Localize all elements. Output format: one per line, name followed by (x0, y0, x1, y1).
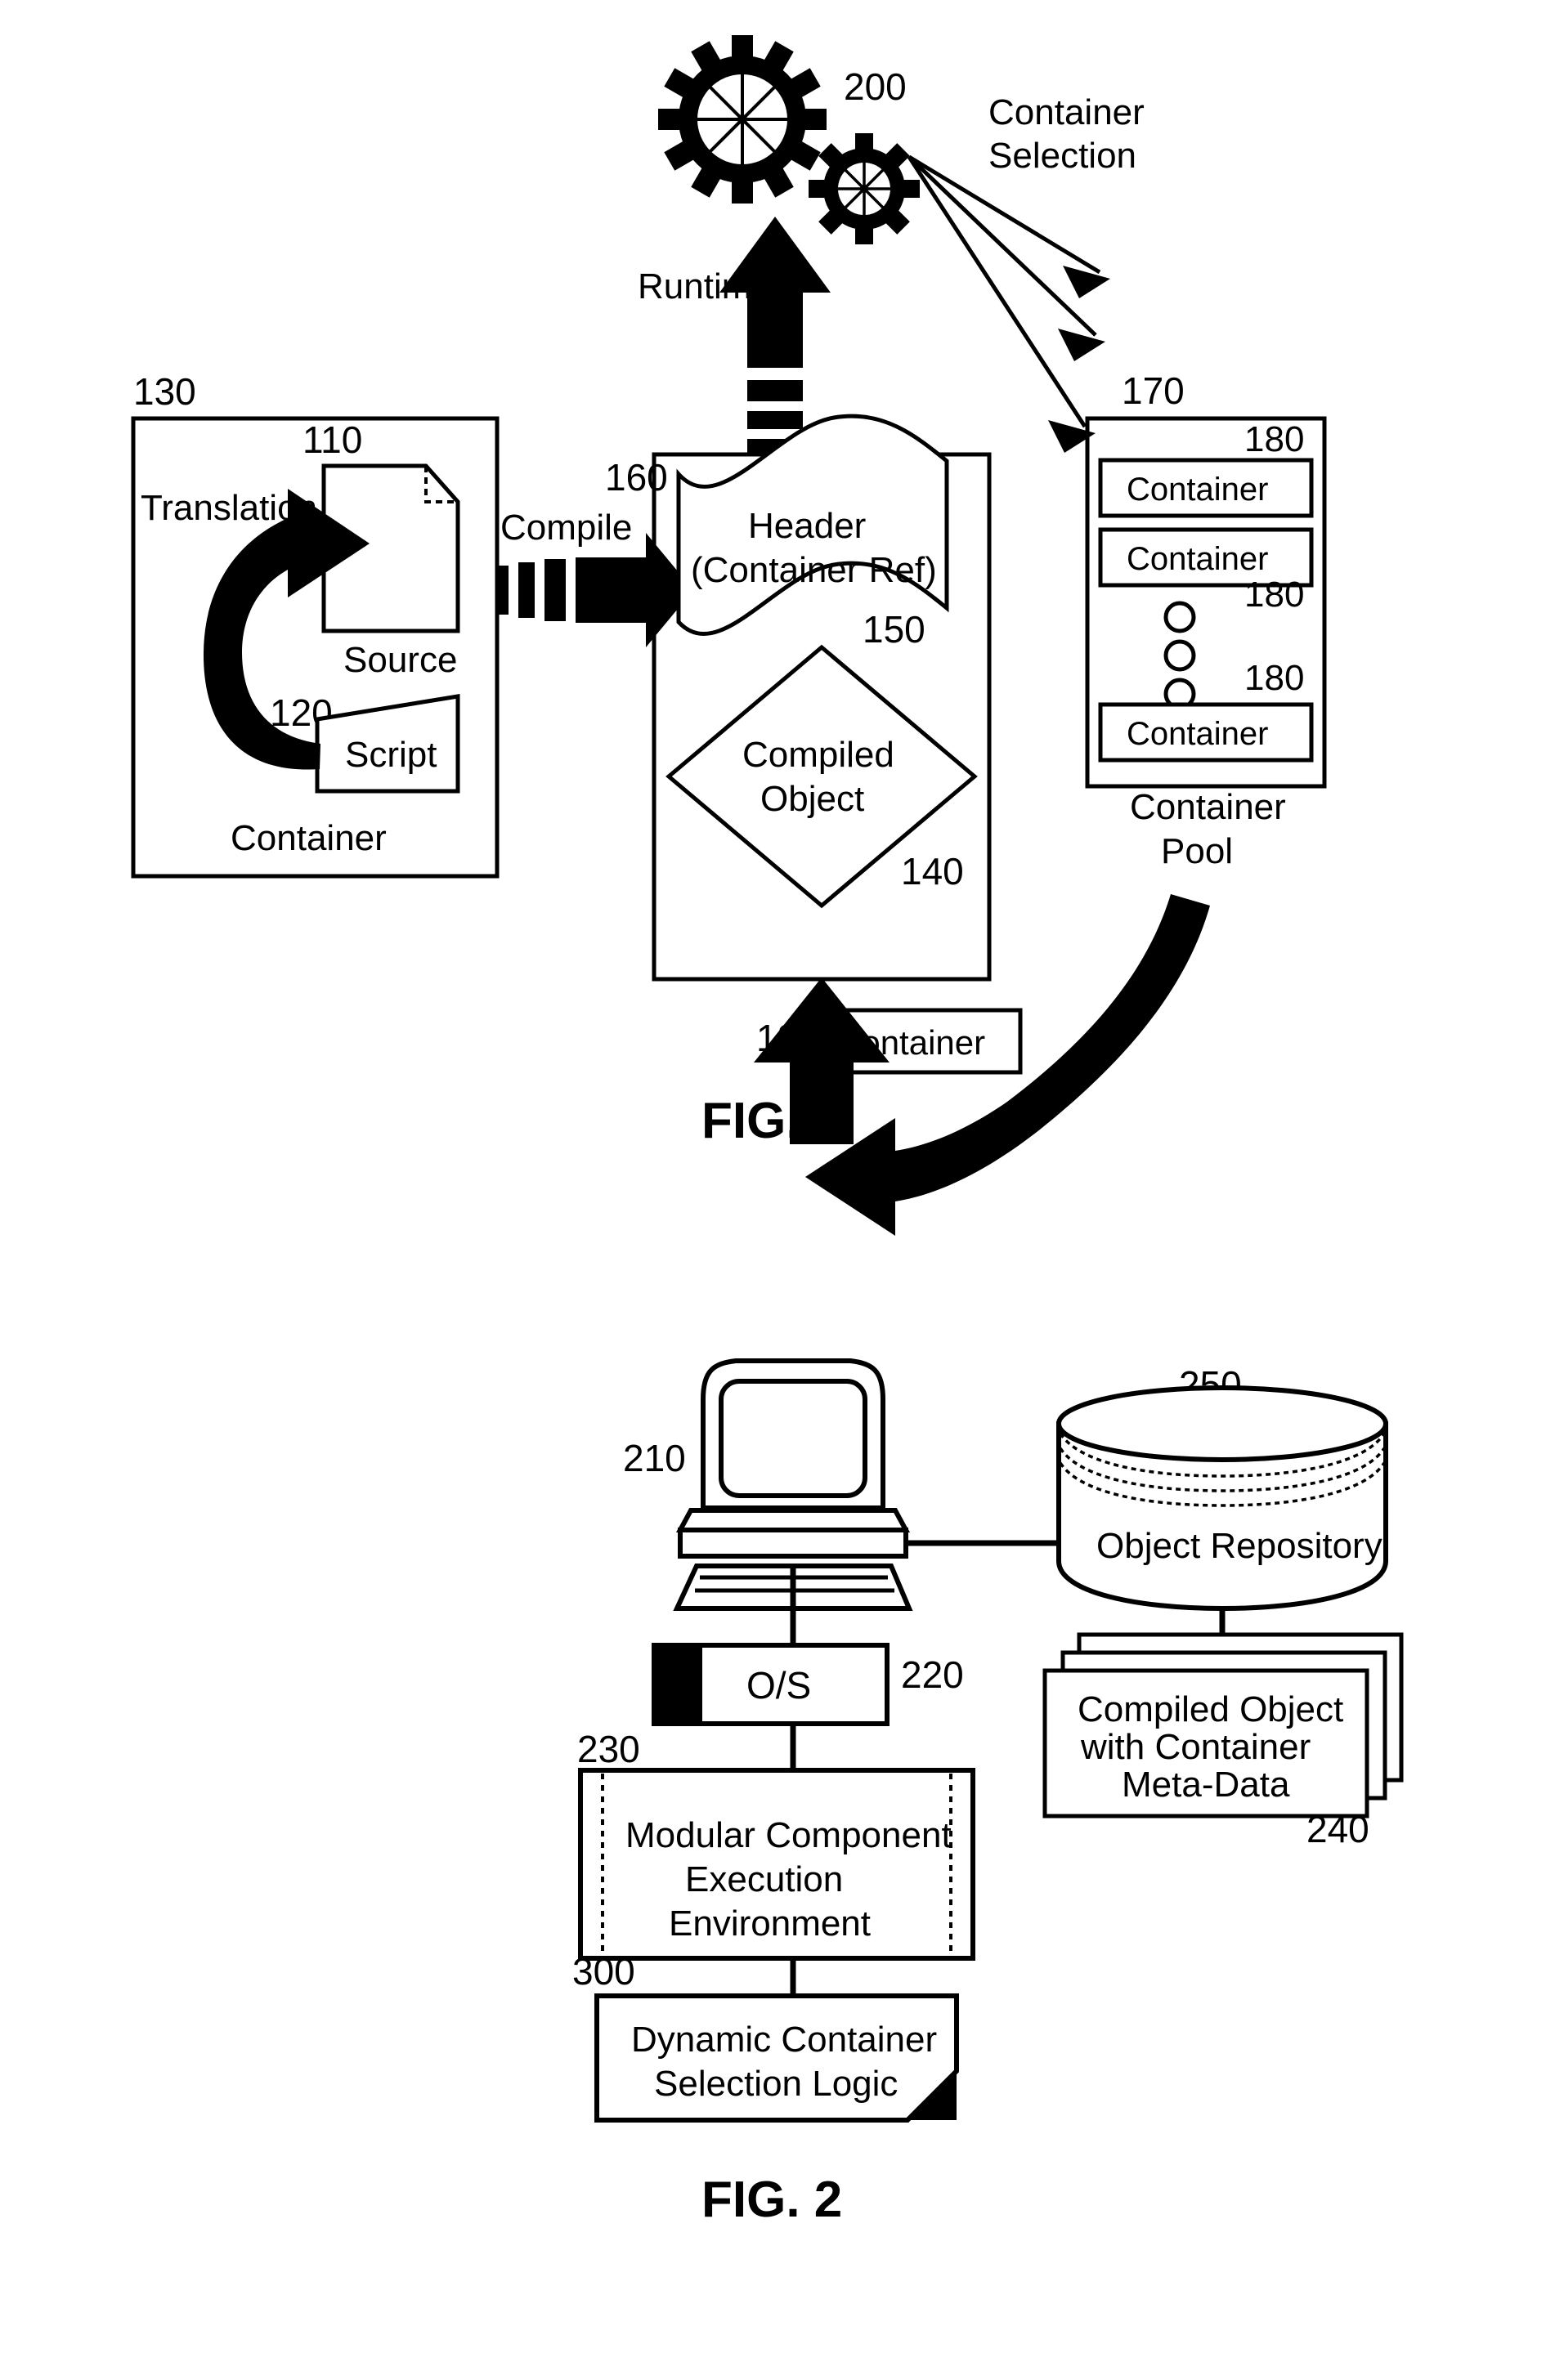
ref-130: 130 (133, 370, 196, 413)
container-selection-label-line2: Selection (988, 136, 1136, 176)
compiled-object-line2: Object (760, 779, 864, 819)
left-container-label: Container (231, 818, 387, 858)
execution-environment-line3: Environment (669, 1904, 871, 1944)
ref-240: 240 (1306, 1808, 1369, 1850)
patent-drawing-sheet: 200 Runtime Container Selection 130 110 (0, 0, 1555, 2380)
os-label: O/S (746, 1664, 811, 1707)
container-selection-label-line1: Container (988, 92, 1145, 132)
compiled-objects-line3: Meta-Data (1122, 1765, 1290, 1805)
header-label-line1: Header (748, 506, 866, 546)
drawing-canvas: 200 Runtime Container Selection 130 110 (0, 0, 1555, 2380)
container-pool-label-line2: Pool (1161, 831, 1233, 871)
figure-1-caption: FIG. 1 (701, 1093, 842, 1149)
container-pool-item-1-label: Container (1127, 472, 1268, 508)
ref-220: 220 (901, 1653, 964, 1696)
compiled-objects-line2: with Container (1080, 1727, 1311, 1767)
ref-150: 150 (863, 608, 925, 651)
ref-110: 110 (302, 418, 362, 461)
ref-300: 300 (572, 1950, 635, 1993)
selection-logic-line1: Dynamic Container (631, 2020, 937, 2060)
source-label: Source (343, 640, 457, 680)
container-pool-item-3-label: Container (1127, 716, 1268, 752)
runtime-label: Runtime (638, 266, 772, 306)
ref-210: 210 (623, 1437, 686, 1479)
compile-label: Compile (500, 508, 632, 548)
script-label: Script (345, 735, 437, 775)
ref-180-pool-2: 180 (1244, 575, 1304, 615)
execution-environment-line2: Execution (685, 1859, 843, 1899)
ref-140: 140 (901, 850, 964, 892)
ref-180-pool-3: 180 (1244, 658, 1304, 698)
execution-environment-line1: Modular Component (625, 1815, 952, 1855)
object-repository-label: Object Repository (1096, 1526, 1382, 1566)
selection-logic-line2: Selection Logic (654, 2064, 898, 2104)
ref-160: 160 (605, 456, 668, 499)
figure-2-caption: FIG. 2 (701, 2172, 842, 2228)
compiled-objects-line1: Compiled Object (1078, 1689, 1343, 1729)
ref-200: 200 (844, 65, 907, 108)
compiled-object-line1: Compiled (742, 735, 894, 775)
ref-170: 170 (1122, 369, 1185, 412)
ref-180-pool-1: 180 (1244, 419, 1304, 459)
os-box-accent-bar (657, 1648, 702, 1721)
header-label-line2: (Container Ref) (691, 550, 937, 590)
container-pool-label-line1: Container (1130, 787, 1286, 827)
ref-230: 230 (577, 1728, 640, 1770)
database-cylinder-icon (1056, 1385, 1388, 1612)
vertical-dots-icon (1163, 601, 1196, 710)
container-pool-item-2-label: Container (1127, 541, 1268, 577)
